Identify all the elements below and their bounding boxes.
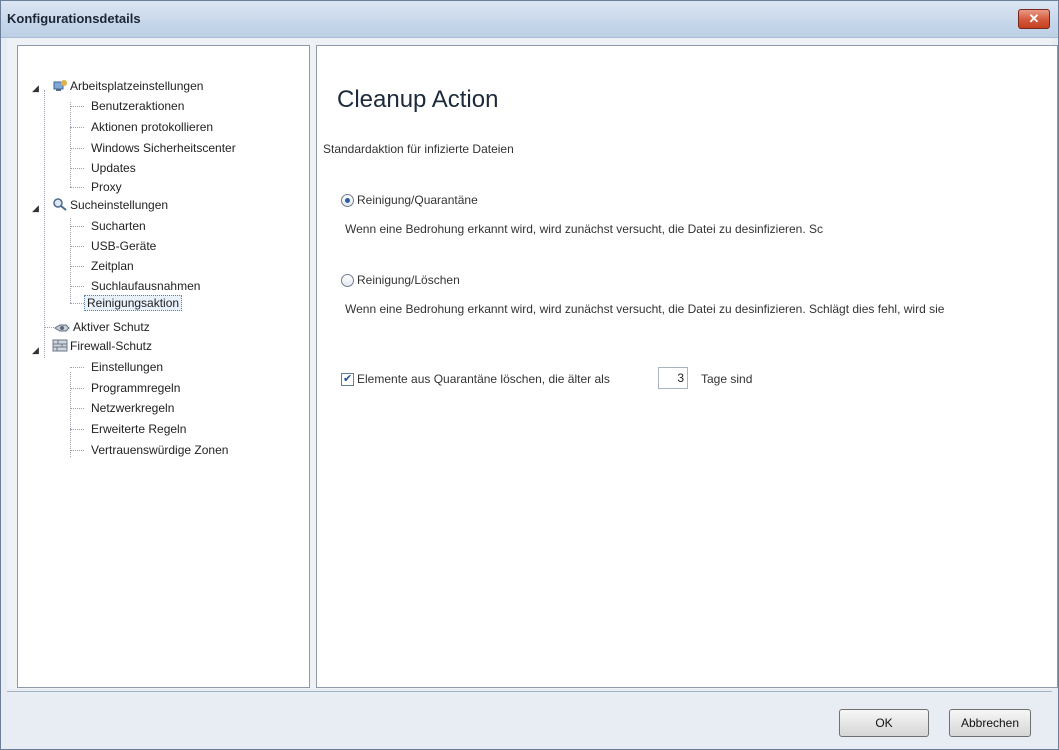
tree-item-vertrauenswuerdige-zonen[interactable]: Vertrauenswürdige Zonen: [88, 441, 231, 459]
close-icon: ✕: [1028, 11, 1040, 26]
tree-line: [70, 226, 84, 227]
firewall-icon: [52, 338, 68, 352]
tree-line: [70, 429, 84, 430]
workstation-icon: [52, 79, 68, 93]
delete-quarantine-label[interactable]: Elemente aus Quarantäne löschen, die ält…: [357, 372, 610, 386]
tree-group-arbeitsplatz[interactable]: Arbeitsplatzeinstellungen: [67, 77, 206, 95]
option1-description: Wenn eine Bedrohung erkannt wird, wird z…: [345, 222, 824, 236]
tree-line: [70, 303, 84, 304]
tree-line: [70, 367, 84, 368]
title-bar: Konfigurationsdetails ✕: [1, 1, 1058, 38]
tree-item-reinigungsaktion[interactable]: Reinigungsaktion: [84, 294, 183, 312]
tree-line: [70, 102, 71, 187]
tree-item-windows-sicherheitscenter[interactable]: Windows Sicherheitscenter: [88, 139, 239, 157]
cancel-button[interactable]: Abbrechen: [949, 709, 1031, 737]
settings-tree: ◢ Arbeitsplatzeinstellungen Benutzerakti…: [17, 45, 310, 688]
cleanup-action-panel: Cleanup Action Standardaktion für infizi…: [316, 45, 1058, 688]
tree-item-aktionen-protokollieren[interactable]: Aktionen protokollieren: [88, 118, 216, 136]
tree-line: [70, 246, 84, 247]
collapse-arrow-icon[interactable]: ◢: [32, 83, 39, 94]
page-title: Cleanup Action: [337, 86, 499, 113]
active-protection-icon: [54, 321, 70, 335]
option2-description: Wenn eine Bedrohung erkannt wird, wird z…: [345, 302, 945, 316]
tree-item-einstellungen[interactable]: Einstellungen: [88, 358, 166, 376]
tree-line: [70, 218, 71, 303]
tree-item-suchlaufausnahmen[interactable]: Suchlaufausnahmen: [88, 277, 203, 295]
close-button[interactable]: ✕: [1018, 9, 1050, 29]
collapse-arrow-icon[interactable]: ◢: [32, 345, 39, 356]
tree-item-benutzeraktionen[interactable]: Benutzeraktionen: [88, 97, 187, 115]
tree-item-programmregeln[interactable]: Programmregeln: [88, 379, 183, 397]
radio-clean-delete-label[interactable]: Reinigung/Löschen: [357, 273, 460, 287]
tree-item-zeitplan[interactable]: Zeitplan: [88, 257, 137, 275]
tree-group-sucheinstellungen[interactable]: Sucheinstellungen: [67, 196, 171, 214]
delete-quarantine-checkbox[interactable]: [341, 372, 354, 386]
tree-line: [70, 286, 84, 287]
tree-line: [70, 450, 84, 451]
tree-item-proxy[interactable]: Proxy: [88, 178, 125, 196]
window-title: Konfigurationsdetails: [7, 11, 141, 26]
tree-line: [70, 106, 84, 107]
tree-line: [70, 372, 71, 457]
days-suffix-label: Tage sind: [701, 372, 753, 386]
tree-line: [70, 148, 84, 149]
tree-line: [70, 408, 84, 409]
tree-line: [70, 266, 84, 267]
radio-clean-delete[interactable]: [341, 274, 354, 287]
radio-clean-quarantine-label[interactable]: Reinigung/Quarantäne: [357, 193, 478, 207]
tree-line: [44, 327, 54, 328]
radio-clean-quarantine[interactable]: [341, 194, 354, 207]
tree-line: [70, 187, 84, 188]
tree-line: [44, 90, 45, 358]
footer-separator: [7, 691, 1052, 692]
collapse-arrow-icon[interactable]: ◢: [32, 203, 39, 214]
default-action-label: Standardaktion für infizierte Dateien: [323, 142, 514, 156]
tree-line: [70, 388, 84, 389]
config-details-window: Konfigurationsdetails ✕ ◢ Arbeitsplatzei…: [0, 0, 1059, 750]
days-input[interactable]: 3: [658, 367, 688, 389]
tree-item-erweiterte-regeln[interactable]: Erweiterte Regeln: [88, 420, 189, 438]
tree-line: [70, 168, 84, 169]
tree-item-suchharten[interactable]: Sucharten: [88, 217, 149, 235]
tree-item-netzwerkregeln[interactable]: Netzwerkregeln: [88, 399, 177, 417]
tree-item-usb-geraete[interactable]: USB-Geräte: [88, 237, 159, 255]
tree-line: [70, 127, 84, 128]
search-settings-icon: [52, 197, 68, 211]
tree-group-firewall-schutz[interactable]: Firewall-Schutz: [67, 337, 155, 355]
tree-item-updates[interactable]: Updates: [88, 159, 139, 177]
ok-button[interactable]: OK: [839, 709, 929, 737]
tree-group-aktiver-schutz[interactable]: Aktiver Schutz: [70, 318, 153, 336]
